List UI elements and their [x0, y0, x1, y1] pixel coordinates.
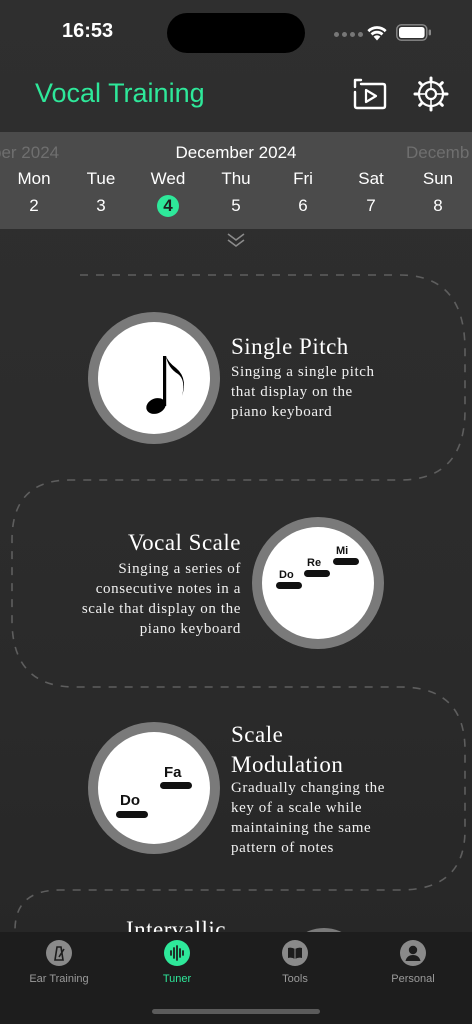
gear-icon	[413, 76, 449, 112]
desc-line: piano keyboard	[231, 404, 333, 420]
day-number: 8	[433, 196, 443, 215]
lesson-vocal-scale[interactable]: Vocal Scale Singing a series of consecut…	[60, 517, 386, 649]
day-name: Thu	[221, 169, 251, 188]
dynamic-island	[167, 13, 305, 53]
note-bar	[116, 811, 148, 818]
status-time: 16:53	[62, 20, 114, 42]
day-number: 7	[366, 196, 376, 215]
lesson-title: Intervallic	[126, 917, 227, 932]
day-sun[interactable]: Sun 8	[408, 169, 468, 217]
desc-line: Singing a single pitch	[231, 364, 375, 380]
settings-button[interactable]	[413, 76, 449, 112]
day-number: 3	[96, 196, 106, 215]
desc-line: Gradually changing the	[231, 780, 385, 796]
desc-line: key of a scale while	[231, 800, 363, 816]
tab-label: Personal	[391, 973, 435, 985]
day-name: Sun	[422, 169, 454, 188]
metronome-icon	[46, 940, 72, 966]
day-name: Sat	[358, 169, 384, 188]
person-icon	[400, 940, 426, 966]
day-name: Tue	[86, 169, 116, 188]
lesson-single-pitch[interactable]: Single Pitch Singing a single pitch that…	[88, 312, 398, 444]
note-bar	[276, 582, 302, 589]
music-note-icon	[146, 356, 184, 414]
lesson-description: Singing a series of consecutive notes in…	[82, 559, 241, 639]
desc-line: maintaining the same	[231, 820, 372, 836]
lesson-description: Gradually changing the key of a scale wh…	[231, 778, 385, 858]
current-month-label: December 2024	[175, 143, 297, 162]
modulation-notes-icon: Do Fa	[98, 732, 210, 844]
play-screen-icon	[353, 78, 387, 110]
book-icon	[282, 940, 308, 966]
lesson-icon-circle: Do Fa	[88, 722, 220, 854]
tab-personal[interactable]: Personal	[354, 940, 472, 985]
lesson-title: Vocal Scale	[127, 530, 241, 555]
day-number: 2	[29, 196, 39, 215]
desc-line: scale that display on the	[81, 601, 241, 617]
lesson-intervallic[interactable]: Intervallic	[60, 912, 380, 932]
note-label: Mi	[336, 545, 349, 557]
day-name: Mon	[17, 169, 51, 188]
wifi-icon	[367, 26, 387, 41]
video-button[interactable]	[352, 77, 388, 111]
tab-ear-training[interactable]: Ear Training	[0, 940, 118, 985]
tab-label: Tuner	[162, 973, 192, 985]
day-number: 6	[298, 196, 308, 215]
tab-label: Ear Training	[29, 973, 89, 985]
desc-line: piano keyboard	[139, 621, 241, 637]
week-calendar[interactable]: per 2024 December 2024 Decemb Mon 2 Tue …	[0, 132, 472, 229]
desc-line: Singing a series of	[118, 561, 241, 577]
note-label: Do	[120, 792, 140, 809]
tab-tools[interactable]: Tools	[236, 940, 354, 985]
day-wed[interactable]: Wed 4	[138, 169, 198, 217]
lesson-title: Scale Modulation	[231, 720, 343, 780]
lesson-icon-circle: Do Re Mi	[252, 517, 384, 649]
status-bar: 16:53	[0, 0, 472, 64]
tab-label: Tools	[282, 973, 308, 985]
title-line: Scale	[231, 722, 284, 747]
day-fri[interactable]: Fri 6	[273, 169, 333, 217]
day-number-selected: 4	[157, 195, 179, 217]
tab-tuner[interactable]: Tuner	[118, 940, 236, 985]
page-title: Vocal Training	[35, 78, 205, 108]
note-label: Do	[279, 569, 294, 581]
note-bar	[160, 782, 192, 789]
note-label: Re	[307, 557, 322, 569]
next-month-label: Decemb	[406, 143, 470, 162]
day-number: 5	[231, 196, 241, 215]
screen: 16:53 Vocal Training er 2024 December 20…	[0, 0, 472, 1024]
note-label: Fa	[164, 764, 182, 781]
scale-notes-icon: Do Re Mi	[262, 527, 374, 639]
battery-icon	[396, 24, 431, 41]
day-mon[interactable]: Mon 2	[4, 169, 64, 217]
lesson-icon-circle	[88, 312, 220, 444]
day-thu[interactable]: Thu 5	[206, 169, 266, 217]
cellular-signal-icon	[334, 32, 363, 37]
home-indicator	[152, 1009, 320, 1014]
note-bar	[333, 558, 359, 565]
desc-line: pattern of notes	[231, 840, 334, 856]
day-sat[interactable]: Sat 7	[341, 169, 401, 217]
day-tue[interactable]: Tue 3	[71, 169, 131, 217]
lesson-scale-modulation[interactable]: Do Fa Scale Modulation Gradually changin…	[88, 722, 408, 862]
lesson-description: Singing a single pitch that display on t…	[231, 362, 375, 422]
waveform-icon	[164, 940, 190, 966]
desc-line: that display on the	[231, 384, 353, 400]
note-bar	[304, 570, 330, 577]
day-name: Wed	[150, 169, 186, 188]
desc-line: consecutive notes in a	[95, 581, 241, 597]
title-line: Modulation	[231, 752, 344, 777]
lesson-title: Single Pitch	[231, 334, 349, 359]
day-name: Fri	[293, 169, 313, 188]
